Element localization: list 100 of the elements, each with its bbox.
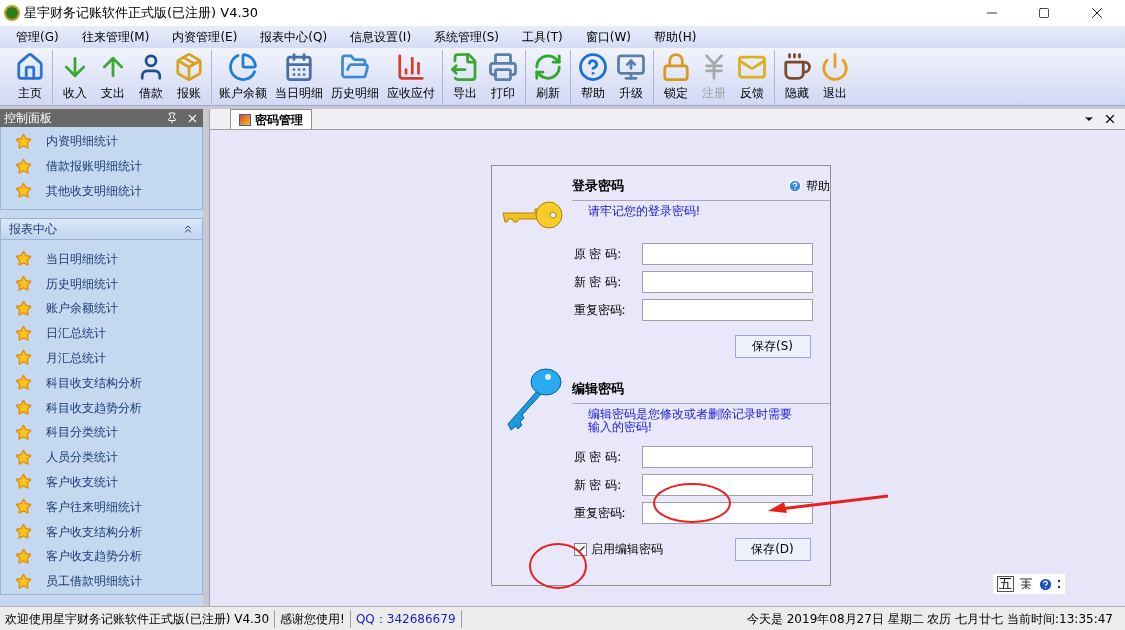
app-logo-icon: [4, 5, 20, 21]
toolbar-button[interactable]: 支出: [94, 49, 132, 104]
toolbar-button[interactable]: 当日明细: [271, 49, 327, 104]
toolbar-button[interactable]: 历史明细: [327, 49, 383, 104]
menu-item[interactable]: 内资管理(E): [172, 28, 238, 46]
toolbar-button[interactable]: 锁定: [657, 49, 695, 104]
star-icon: [15, 157, 32, 175]
star-icon: [15, 448, 32, 466]
power-icon: [820, 51, 850, 82]
help-icon[interactable]: [1038, 576, 1053, 592]
star-icon: [15, 498, 32, 516]
sidebar-item[interactable]: 科目收支结构分析: [1, 370, 202, 396]
toolbar-button[interactable]: 账户余额: [215, 49, 271, 104]
star-icon: [15, 275, 32, 293]
sidebar-item[interactable]: 员工借款明细统计: [1, 568, 202, 594]
menu-item[interactable]: 系统管理(S): [434, 28, 500, 46]
menu-item[interactable]: 信息设置(I): [350, 28, 412, 46]
toolbar-button[interactable]: 打印: [484, 49, 522, 104]
close-icon[interactable]: [1103, 112, 1117, 126]
sidebar-item[interactable]: 客户收支统计: [1, 469, 202, 495]
collapse-icon: [182, 223, 194, 236]
menu-item[interactable]: 管理(G): [16, 28, 59, 46]
help-link[interactable]: 帮助: [787, 176, 830, 195]
help-icon: [787, 178, 802, 193]
toolbar-button[interactable]: 应收应付: [383, 49, 439, 104]
pin-icon[interactable]: [166, 112, 178, 124]
star-icon: [15, 349, 32, 367]
star-icon: [15, 399, 32, 417]
field-label: 新 密 码:: [573, 273, 623, 291]
star-icon: [15, 250, 32, 268]
annotation-ellipse: [528, 542, 588, 590]
sidebar-item[interactable]: 其他收支明细统计: [1, 178, 202, 204]
sidebar-item[interactable]: 客户收支结构分析: [1, 519, 202, 544]
section-header[interactable]: 报表中心: [0, 218, 203, 241]
status-text: 欢迎使用星宇财务记账软件正式版(已注册) V4.30: [0, 609, 276, 628]
password-field[interactable]: [641, 270, 813, 293]
star-icon: [15, 182, 32, 200]
password-field[interactable]: [641, 473, 813, 496]
menu-item[interactable]: 往来管理(M): [81, 28, 150, 46]
status-text: 今天是 2019年08月27日 星期二 农历 七月廿七 当前时间:13:35:47: [745, 610, 1114, 628]
tab[interactable]: 密码管理: [230, 109, 312, 129]
toolbar-button[interactable]: 反馈: [733, 49, 771, 104]
key-icon: [500, 198, 563, 231]
star-icon: [15, 423, 32, 441]
sidebar-item[interactable]: 人员分类统计: [1, 444, 202, 470]
note-text: 编辑密码是您修改或者删除记录时需要输入的密码!: [586, 405, 793, 436]
password-field[interactable]: [641, 242, 813, 265]
help-icon: [578, 51, 608, 82]
password-field[interactable]: [641, 501, 813, 524]
sidebar-item[interactable]: 借款报账明细统计: [1, 153, 202, 179]
star-icon: [15, 523, 32, 541]
menu-item[interactable]: 帮助(H): [654, 28, 697, 46]
field-label: 重复密码:: [573, 301, 627, 319]
sidebar-item[interactable]: 账户余额统计: [1, 296, 202, 321]
status-text: QQ：342686679: [350, 609, 462, 628]
section-title: 编辑密码: [571, 380, 624, 398]
star-icon: [15, 374, 32, 392]
toolbar-button[interactable]: 帮助: [574, 49, 612, 104]
menu-item[interactable]: 工具(T): [522, 28, 563, 46]
star-icon: [15, 547, 32, 565]
toolbar-button[interactable]: 隐藏: [778, 49, 816, 104]
star-icon: [15, 132, 32, 150]
menu-item[interactable]: 报表中心(Q): [260, 28, 328, 46]
star-icon: [15, 473, 32, 491]
coffee-cup-icon: [782, 51, 812, 82]
ime-mode[interactable]: 五: [997, 576, 1014, 592]
password-field[interactable]: [641, 445, 813, 468]
sidebar-item[interactable]: 科目收支趋势分析: [1, 395, 202, 420]
toolbar-button[interactable]: 退出: [816, 49, 854, 104]
menu-item[interactable]: 窗口(W): [585, 28, 631, 46]
sidebar-item[interactable]: 月汇总统计: [1, 345, 202, 371]
sidebar-item[interactable]: 当日明细统计: [1, 246, 202, 272]
sidebar-item[interactable]: 内资明细统计: [1, 129, 202, 154]
refresh-icon: [533, 51, 563, 82]
sidebar-item[interactable]: 历史明细统计: [1, 271, 202, 296]
star-icon: [15, 324, 32, 342]
section-title: 登录密码: [571, 177, 624, 195]
save-button[interactable]: 保存(S): [734, 334, 811, 358]
save-button[interactable]: 保存(D): [734, 537, 811, 561]
password-field[interactable]: [641, 298, 813, 321]
ime-punctuation-icon[interactable]: [1018, 576, 1034, 592]
toolbar-button[interactable]: 导出: [446, 49, 484, 104]
house-icon: [15, 51, 45, 82]
field-label: 原 密 码:: [573, 448, 623, 466]
toolbar-button[interactable]: 借款: [132, 49, 170, 104]
star-icon: [15, 299, 32, 317]
sidebar-item[interactable]: 客户往来明细统计: [1, 494, 202, 520]
toolbar-button[interactable]: 刷新: [529, 49, 567, 104]
sidebar-item[interactable]: 日汇总统计: [1, 320, 202, 346]
sidebar-item[interactable]: 科目分类统计: [1, 419, 202, 445]
toolbar-button[interactable]: 收入: [56, 49, 94, 104]
more-icon[interactable]: [1057, 578, 1061, 590]
calendar-icon: [284, 51, 314, 82]
toolbar-button[interactable]: 报账: [170, 49, 208, 104]
checkbox[interactable]: 启用编辑密码: [573, 540, 663, 558]
toolbar-button[interactable]: 主页: [11, 49, 49, 104]
maximize-icon[interactable]: [1038, 7, 1050, 19]
monitor-icon: [616, 51, 646, 82]
toolbar-button[interactable]: 升级: [612, 49, 650, 104]
sidebar-item[interactable]: 客户收支趋势分析: [1, 543, 202, 569]
